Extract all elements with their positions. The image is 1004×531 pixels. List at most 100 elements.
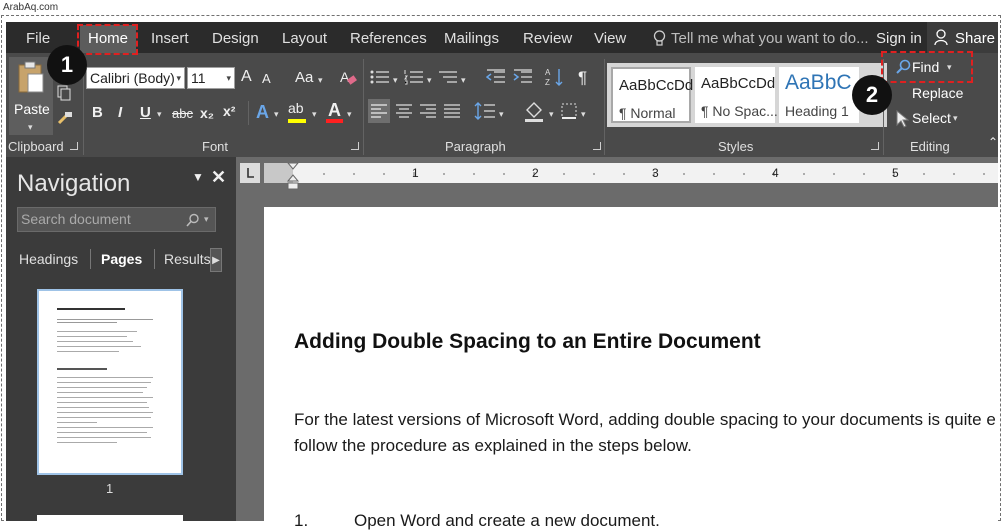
borders-icon[interactable] <box>561 103 577 119</box>
show-formatting-button[interactable]: ¶ <box>578 68 587 88</box>
multilevel-list-icon[interactable] <box>438 69 458 85</box>
format-painter-icon[interactable] <box>57 111 73 125</box>
style-heading-1[interactable]: AaBbC Heading 1 <box>779 67 859 123</box>
chevron-down-icon: ▾ <box>318 75 323 85</box>
align-left-icon <box>371 104 387 118</box>
tab-view[interactable]: View <box>594 30 626 47</box>
chevron-down-icon: ▾ <box>427 75 432 85</box>
divider <box>248 101 249 125</box>
tab-references[interactable]: References <box>350 30 427 47</box>
chevron-down-icon: ▾ <box>226 73 231 83</box>
underline-button[interactable]: U <box>140 104 151 121</box>
highlight-box-find <box>881 51 973 83</box>
grow-font-icon[interactable]: A <box>241 68 252 86</box>
select-button[interactable]: Select <box>912 110 951 126</box>
tab-mailings[interactable]: Mailings <box>444 30 499 47</box>
highlight-color-swatch <box>288 119 306 123</box>
navigation-pane: Navigation ▼ ✕ Search document ▾ Heading… <box>6 157 236 525</box>
page-thumbnail-preview <box>57 308 153 443</box>
navigation-title: Navigation <box>17 170 131 197</box>
justify-icon[interactable] <box>444 104 460 118</box>
tab-insert[interactable]: Insert <box>151 30 189 47</box>
bullets-icon[interactable] <box>370 69 390 85</box>
style-no-spacing[interactable]: AaBbCcDd ¶ No Spac... <box>695 67 778 123</box>
divider <box>154 249 155 269</box>
clipboard-group-label: Clipboard <box>8 139 64 154</box>
paragraph-line: For the latest versions of Microsoft Wor… <box>294 410 996 429</box>
line-spacing-icon[interactable] <box>474 101 496 121</box>
page-thumbnail[interactable] <box>37 289 183 475</box>
chevron-down-icon: ▾ <box>581 109 586 119</box>
document-page[interactable]: Adding Double Spacing to an Entire Docum… <box>264 207 998 530</box>
tab-review[interactable]: Review <box>523 30 572 47</box>
bold-button[interactable]: B <box>92 104 103 121</box>
watermark: ArabAq.com <box>3 2 59 13</box>
search-document-input[interactable]: Search document ▾ <box>17 207 216 232</box>
results-scroll-right-icon[interactable]: ▶ <box>210 248 222 272</box>
align-right-icon[interactable] <box>420 104 436 118</box>
ruler-number: 4 <box>772 166 779 180</box>
font-name-value: Calibri (Body) <box>90 70 175 86</box>
group-divider <box>604 59 605 155</box>
paste-label: Paste <box>14 101 50 117</box>
nav-tab-headings[interactable]: Headings <box>19 251 78 267</box>
highlight-button[interactable]: ab <box>288 100 304 116</box>
superscript-button[interactable]: x² <box>223 103 235 119</box>
italic-button[interactable]: I <box>118 104 122 121</box>
align-left-button[interactable] <box>368 99 390 123</box>
tab-layout[interactable]: Layout <box>282 30 327 47</box>
paragraph-launcher-icon[interactable] <box>593 142 601 150</box>
chevron-down-icon: ▾ <box>312 109 317 119</box>
nav-tab-pages[interactable]: Pages <box>101 251 142 267</box>
style-normal[interactable]: AaBbCcDd ¶ Normal <box>611 67 693 123</box>
styles-launcher-icon[interactable] <box>871 142 879 150</box>
left-tab-icon <box>247 168 254 178</box>
collapse-ribbon-icon[interactable]: ⌃ <box>988 135 998 149</box>
shrink-font-icon[interactable]: A <box>262 71 271 86</box>
font-size-combo[interactable]: 11 ▾ <box>187 67 235 89</box>
numbering-icon[interactable] <box>404 69 424 85</box>
step-badge-2: 2 <box>852 75 892 115</box>
styles-group-label: Styles <box>718 139 754 154</box>
font-launcher-icon[interactable] <box>351 142 359 150</box>
page-thumbnail[interactable] <box>37 515 183 525</box>
clear-formatting-icon[interactable]: A <box>339 68 357 86</box>
font-name-combo[interactable]: Calibri (Body) ▾ <box>86 67 185 89</box>
increase-indent-icon[interactable] <box>513 69 533 85</box>
indent-marker-icon[interactable] <box>286 163 300 191</box>
lightbulb-icon <box>653 30 666 46</box>
tab-file[interactable]: File <box>26 30 50 47</box>
group-divider <box>363 59 364 155</box>
list-item-text: Open Word and create a new document. <box>354 511 660 530</box>
chevron-down-icon: ▾ <box>274 109 279 119</box>
highlight-box-home <box>77 24 138 55</box>
shading-icon[interactable] <box>523 100 545 122</box>
horizontal-ruler[interactable]: 1 2 3 4 5 <box>264 163 998 190</box>
strikethrough-button[interactable]: abc <box>172 106 193 121</box>
style-sample: AaBbCcDd <box>701 75 776 92</box>
document-area: 1 2 3 4 5 Adding Double Spacing to an En… <box>236 157 998 530</box>
subscript-button[interactable]: x₂ <box>200 105 214 121</box>
pane-options-icon[interactable]: ▼ <box>192 170 204 184</box>
nav-tab-results[interactable]: Results <box>164 251 211 267</box>
ruler-ticks <box>264 163 985 183</box>
tell-me-search[interactable]: Tell me what you want to do... <box>671 30 869 47</box>
page-number: 1 <box>106 481 114 496</box>
text-effects-button[interactable]: A <box>256 102 269 123</box>
close-icon[interactable]: ✕ <box>211 167 226 188</box>
clipboard-launcher-icon[interactable] <box>70 142 78 150</box>
copy-icon[interactable] <box>57 85 71 101</box>
align-center-icon[interactable] <box>396 104 412 118</box>
change-case-icon[interactable]: Aa <box>295 69 313 86</box>
tab-selector-button[interactable] <box>240 163 260 183</box>
font-color-button[interactable]: A <box>328 100 341 121</box>
chevron-down-icon: ▾ <box>347 109 352 119</box>
sort-icon[interactable]: AZ <box>545 67 565 87</box>
tab-design[interactable]: Design <box>212 30 259 47</box>
replace-button[interactable]: Replace <box>912 85 963 101</box>
decrease-indent-icon[interactable] <box>486 69 506 85</box>
step-badge-1: 1 <box>47 45 87 85</box>
chevron-down-icon: ▾ <box>157 109 162 119</box>
sign-in-link[interactable]: Sign in <box>876 30 922 47</box>
clipboard-icon <box>18 61 44 93</box>
